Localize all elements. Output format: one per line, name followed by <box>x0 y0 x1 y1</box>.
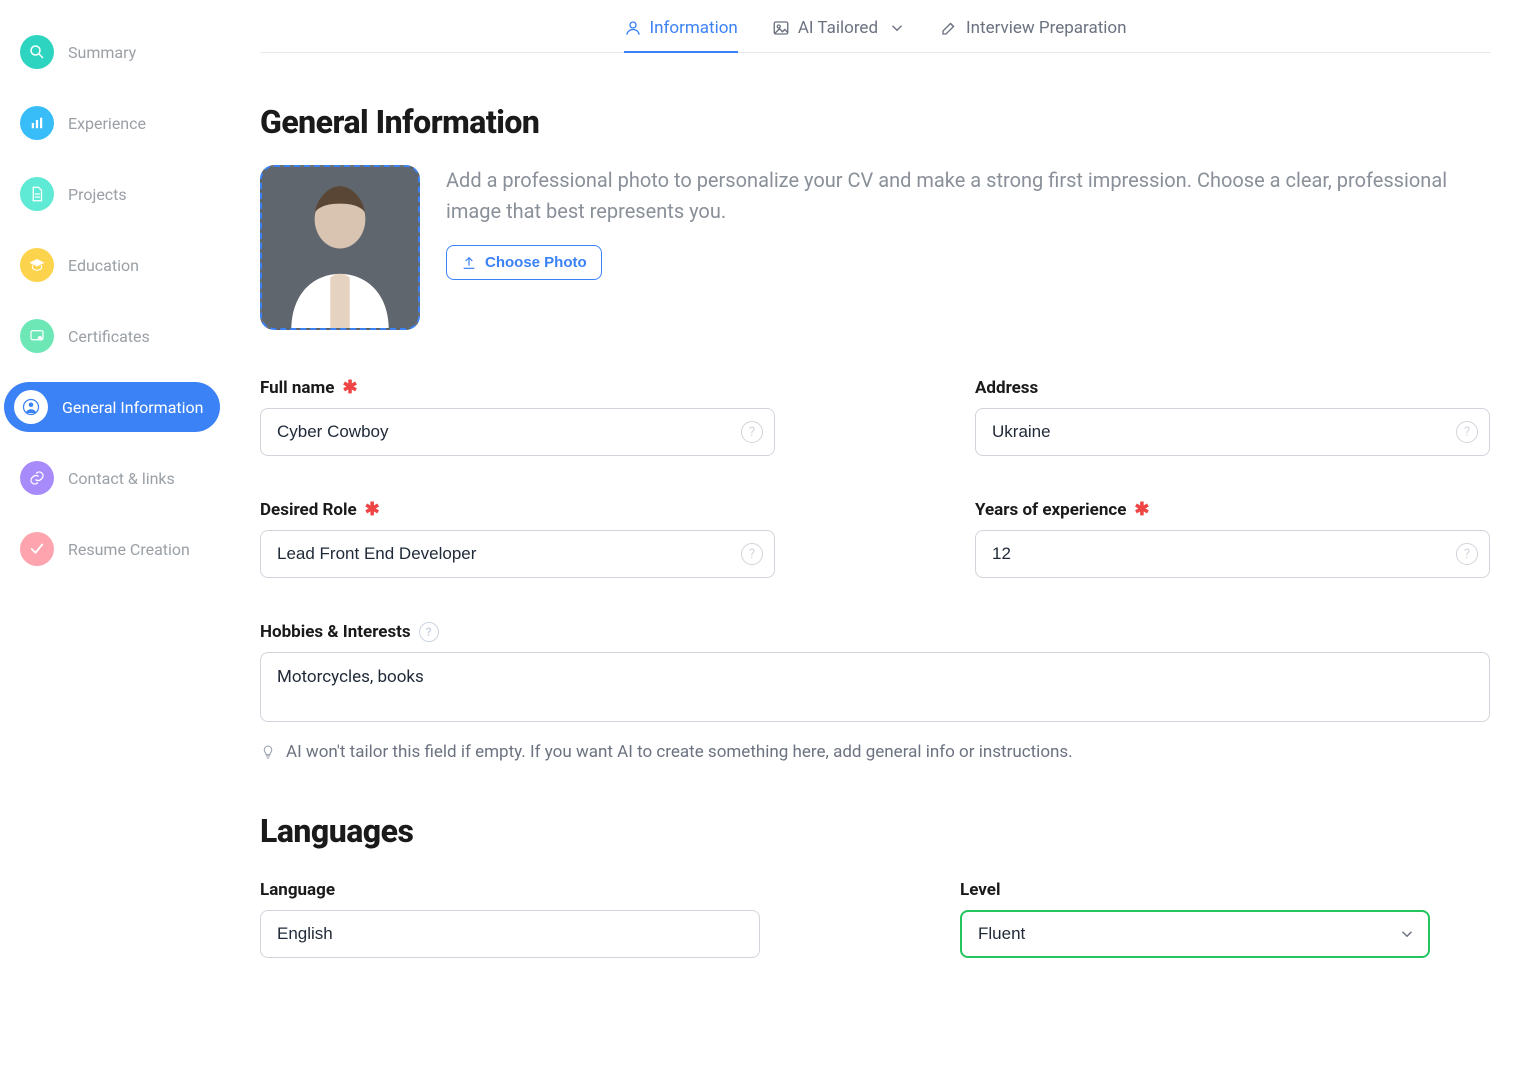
sidebar-item-label: Summary <box>68 43 136 62</box>
bar-chart-icon <box>20 106 54 140</box>
profile-photo-placeholder <box>262 167 418 328</box>
person-circle-icon <box>14 390 48 424</box>
tab-information[interactable]: Information <box>624 18 738 52</box>
sidebar-item-label: Experience <box>68 114 146 133</box>
image-icon <box>772 19 790 37</box>
sidebar-item-label: Education <box>68 256 139 275</box>
label-address: Address <box>975 378 1038 398</box>
sidebar-item-education[interactable]: Education <box>0 240 260 290</box>
top-tabs: Information AI Tailored Interview Prepar… <box>260 0 1490 53</box>
textarea-hobbies[interactable] <box>260 652 1490 722</box>
help-icon[interactable]: ? <box>1456 421 1478 443</box>
required-asterisk: ✱ <box>1134 501 1149 519</box>
sidebar-item-certificates[interactable]: Certificates <box>0 311 260 361</box>
input-years-experience[interactable] <box>975 530 1490 578</box>
tab-interview-preparation[interactable]: Interview Preparation <box>940 18 1126 52</box>
sidebar-item-label: General Information <box>62 398 204 417</box>
select-level[interactable] <box>960 910 1430 958</box>
label-level: Level <box>960 880 1000 900</box>
tab-ai-tailored[interactable]: AI Tailored <box>772 18 906 52</box>
sidebar: Summary Experience Projects Education Ce… <box>0 0 260 1072</box>
field-desired-role: Desired Role ✱ ? <box>260 500 775 578</box>
tab-label: AI Tailored <box>798 18 878 38</box>
tab-label: Information <box>650 18 738 38</box>
section-title-languages: Languages <box>260 812 1490 850</box>
sidebar-item-label: Contact & links <box>68 469 175 488</box>
sidebar-item-resume-creation[interactable]: Resume Creation <box>0 524 260 574</box>
field-full-name: Full name ✱ ? <box>260 378 775 456</box>
sidebar-item-summary[interactable]: Summary <box>0 27 260 77</box>
edit-icon <box>940 19 958 37</box>
graduation-cap-icon <box>20 248 54 282</box>
person-icon <box>624 19 642 37</box>
upload-icon <box>461 255 477 271</box>
sidebar-item-contact-links[interactable]: Contact & links <box>0 453 260 503</box>
hint-text: AI won't tailor this field if empty. If … <box>286 742 1073 762</box>
label-full-name: Full name <box>260 378 334 398</box>
link-icon <box>20 461 54 495</box>
check-icon <box>20 532 54 566</box>
section-title-general: General Information <box>260 103 1490 141</box>
choose-photo-label: Choose Photo <box>485 254 587 271</box>
sidebar-item-label: Resume Creation <box>68 540 190 559</box>
sidebar-item-general-information[interactable]: General Information <box>4 382 220 432</box>
help-icon[interactable]: ? <box>419 622 439 642</box>
chevron-down-icon <box>1398 925 1416 943</box>
field-hobbies: Hobbies & Interests ? AI won't tailor th… <box>260 622 1490 762</box>
input-address[interactable] <box>975 408 1490 456</box>
help-icon[interactable]: ? <box>741 421 763 443</box>
input-desired-role[interactable] <box>260 530 775 578</box>
certificate-icon <box>20 319 54 353</box>
field-address: Address ? <box>975 378 1490 456</box>
required-asterisk: ✱ <box>342 379 357 397</box>
magnifier-icon <box>20 35 54 69</box>
field-years-experience: Years of experience ✱ ? <box>975 500 1490 578</box>
label-language: Language <box>260 880 335 900</box>
sidebar-item-experience[interactable]: Experience <box>0 98 260 148</box>
input-full-name[interactable] <box>260 408 775 456</box>
sidebar-item-projects[interactable]: Projects <box>0 169 260 219</box>
tab-label: Interview Preparation <box>966 18 1126 38</box>
choose-photo-button[interactable]: Choose Photo <box>446 245 602 280</box>
sidebar-item-label: Projects <box>68 185 127 204</box>
hobbies-hint: AI won't tailor this field if empty. If … <box>260 742 1490 762</box>
profile-photo-dropzone[interactable] <box>260 165 420 330</box>
help-icon[interactable]: ? <box>1456 543 1478 565</box>
input-language[interactable] <box>260 910 760 958</box>
field-language: Language <box>260 880 760 958</box>
label-desired-role: Desired Role <box>260 500 357 520</box>
field-level: Level <box>960 880 1430 958</box>
help-icon[interactable]: ? <box>741 543 763 565</box>
label-years-experience: Years of experience <box>975 500 1126 520</box>
label-hobbies: Hobbies & Interests <box>260 622 411 642</box>
chevron-down-icon <box>888 19 906 37</box>
main-content: Information AI Tailored Interview Prepar… <box>260 0 1536 1072</box>
document-icon <box>20 177 54 211</box>
photo-description: Add a professional photo to personalize … <box>446 165 1456 227</box>
sidebar-item-label: Certificates <box>68 327 150 346</box>
required-asterisk: ✱ <box>365 501 380 519</box>
lightbulb-icon <box>260 744 276 760</box>
